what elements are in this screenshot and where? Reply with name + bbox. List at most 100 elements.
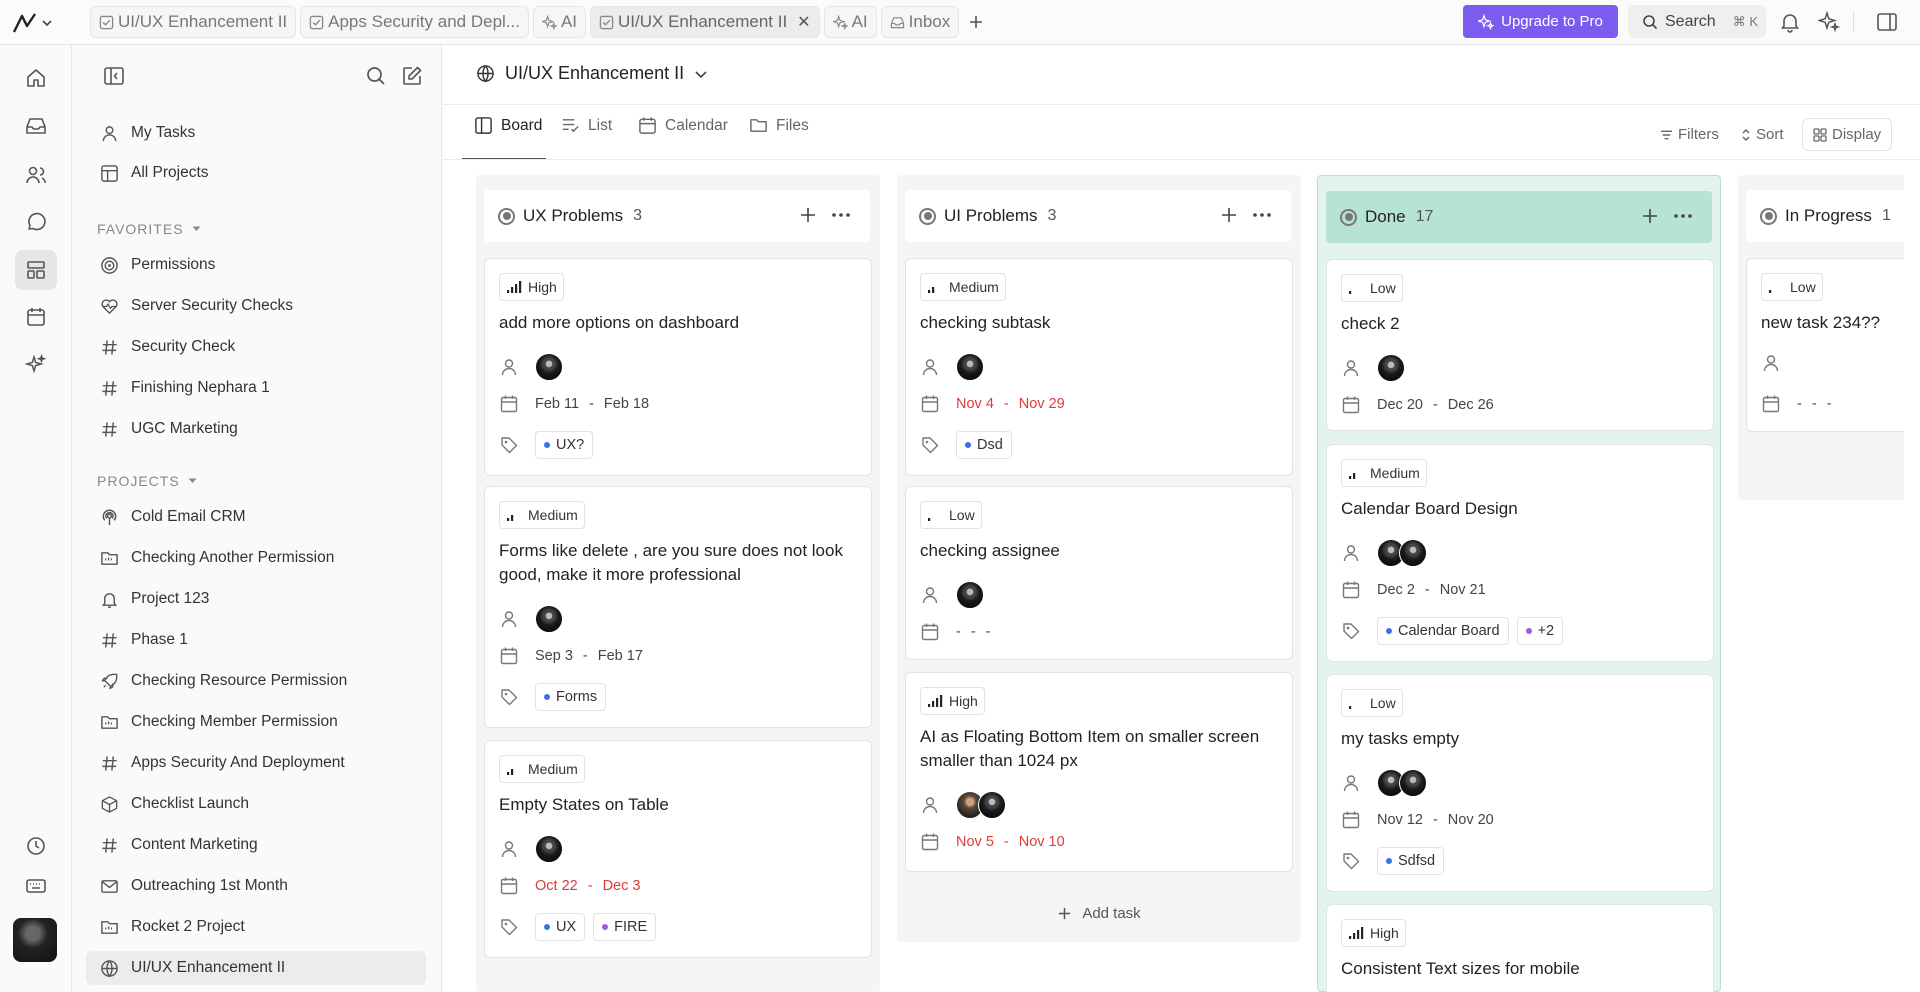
tab-files[interactable]: Files bbox=[749, 107, 809, 144]
assignee-avatar[interactable] bbox=[1399, 769, 1427, 797]
priority-badge[interactable]: Low bbox=[1341, 689, 1403, 717]
sidebar-item-rocket-2-project[interactable]: Rocket 2 Project bbox=[86, 910, 426, 944]
sidebar-item-content-marketing[interactable]: Content Marketing bbox=[86, 828, 426, 862]
upgrade-to-pro-button[interactable]: Upgrade to Pro bbox=[1463, 5, 1618, 38]
label-tag[interactable]: UX? bbox=[535, 431, 594, 459]
priority-badge[interactable]: Low bbox=[1761, 273, 1823, 301]
task-card[interactable]: High AI as Floating Bottom Item on smalle… bbox=[905, 672, 1293, 872]
sort-button[interactable]: Sort bbox=[1741, 118, 1784, 151]
priority-badge[interactable]: Medium bbox=[920, 273, 1006, 301]
home-button[interactable] bbox=[15, 58, 57, 98]
priority-badge[interactable]: High bbox=[1341, 919, 1406, 947]
sidebar-item-phase-1[interactable]: Phase 1 bbox=[86, 623, 426, 657]
ai-button[interactable] bbox=[15, 345, 57, 385]
task-card[interactable]: Medium Forms like delete , are you sure d… bbox=[484, 486, 872, 728]
date-row[interactable]: Nov 12 - Nov 20 bbox=[1341, 810, 1494, 830]
label-tag[interactable]: FIRE bbox=[593, 913, 657, 941]
label-tag[interactable]: Dsd bbox=[956, 431, 1012, 459]
tab-uiux-enhancement-active[interactable]: UI/UX Enhancement II ✕ bbox=[590, 6, 820, 38]
priority-badge[interactable]: Low bbox=[1341, 274, 1403, 302]
filters-button[interactable]: Filters bbox=[1660, 118, 1719, 151]
assignees[interactable] bbox=[535, 605, 563, 633]
date-row[interactable]: - - - bbox=[920, 622, 991, 642]
display-button[interactable]: Display bbox=[1802, 118, 1893, 151]
assignees[interactable] bbox=[535, 353, 563, 381]
workspace-logo-button[interactable] bbox=[12, 11, 62, 35]
sidebar-item-ugc-marketing[interactable]: UGC Marketing bbox=[86, 412, 426, 446]
sidebar-item-permissions[interactable]: Permissions bbox=[86, 248, 426, 282]
bell-icon[interactable] bbox=[1779, 11, 1801, 33]
task-card[interactable]: Medium Empty States on Table Oct 22 - Dec… bbox=[484, 740, 872, 958]
task-card[interactable]: High add more options on dashboard Feb 11… bbox=[484, 258, 872, 476]
priority-badge[interactable]: Medium bbox=[499, 501, 585, 529]
label-tag[interactable]: +2 bbox=[1516, 617, 1564, 645]
tab-ai-2[interactable]: AI bbox=[823, 6, 877, 38]
sidebar-item-my-tasks[interactable]: My Tasks bbox=[86, 116, 426, 150]
label-tag[interactable]: UX bbox=[535, 913, 586, 941]
assignee-avatar[interactable] bbox=[1377, 354, 1405, 382]
members-button[interactable] bbox=[15, 155, 57, 195]
sidebar-item-project-123[interactable]: Project 123 bbox=[86, 582, 426, 616]
close-icon[interactable]: ✕ bbox=[797, 12, 810, 32]
sidebar-item-all-projects[interactable]: All Projects bbox=[86, 156, 426, 190]
user-avatar[interactable] bbox=[13, 918, 57, 962]
tab-board[interactable]: Board bbox=[474, 107, 542, 144]
more-horizontal-icon[interactable] bbox=[830, 205, 852, 225]
add-card-icon[interactable] bbox=[1640, 206, 1660, 226]
assignees[interactable] bbox=[1377, 769, 1427, 797]
sidebar-item-outreaching-1st-month[interactable]: Outreaching 1st Month bbox=[86, 869, 426, 903]
label-tag[interactable]: Forms bbox=[535, 683, 607, 711]
sidebar-item-cold-email-crm[interactable]: Cold Email CRM bbox=[86, 500, 426, 534]
priority-badge[interactable]: High bbox=[920, 687, 985, 715]
date-row[interactable]: Oct 22 - Dec 3 bbox=[499, 876, 640, 896]
tab-uiux-enhancement-1[interactable]: UI/UX Enhancement II bbox=[90, 6, 297, 38]
date-row[interactable]: Dec 2 - Nov 21 bbox=[1341, 580, 1486, 600]
date-row[interactable]: Nov 5 - Nov 10 bbox=[920, 832, 1065, 852]
new-tab-button[interactable] bbox=[963, 8, 989, 36]
tab-ai-1[interactable]: AI bbox=[532, 6, 587, 38]
chat-button[interactable] bbox=[15, 202, 57, 242]
assignees[interactable] bbox=[1377, 539, 1427, 567]
priority-badge[interactable]: Low bbox=[920, 501, 982, 529]
more-horizontal-icon[interactable] bbox=[1251, 205, 1273, 225]
sidebar-item-checking-another-permission[interactable]: Checking Another Permission bbox=[86, 541, 426, 575]
panel-right-icon[interactable] bbox=[1876, 11, 1898, 33]
label-tag[interactable]: Sdfsd bbox=[1377, 847, 1445, 875]
assignees[interactable] bbox=[1377, 354, 1405, 382]
assignee-avatar[interactable] bbox=[1399, 539, 1427, 567]
date-row[interactable]: Feb 11 - Feb 18 bbox=[499, 394, 649, 414]
sidebar-item-apps-security-and-deployment[interactable]: Apps Security And Deployment bbox=[86, 746, 426, 780]
tab-apps-security[interactable]: Apps Security and Depl... bbox=[300, 6, 529, 38]
add-task-button[interactable]: Add task bbox=[905, 893, 1293, 933]
priority-badge[interactable]: Medium bbox=[1341, 459, 1427, 487]
task-card[interactable]: Low new task 234?? - - - bbox=[1746, 258, 1904, 432]
sidebar-item-checklist-launch[interactable]: Checklist Launch bbox=[86, 787, 426, 821]
projects-button[interactable] bbox=[15, 250, 57, 290]
more-horizontal-icon[interactable] bbox=[1672, 206, 1694, 226]
sidebar-item-server-security-checks[interactable]: Server Security Checks bbox=[86, 289, 426, 323]
inbox-button[interactable] bbox=[15, 106, 57, 146]
assignee-avatar[interactable] bbox=[535, 353, 563, 381]
search-icon[interactable] bbox=[364, 64, 388, 88]
sidebar-item-security-check[interactable]: Security Check bbox=[86, 330, 426, 364]
assignee-avatar[interactable] bbox=[956, 581, 984, 609]
add-card-icon[interactable] bbox=[798, 205, 818, 225]
collapse-sidebar-icon[interactable] bbox=[102, 64, 126, 88]
date-row[interactable]: Nov 4 - Nov 29 bbox=[920, 394, 1065, 414]
sparkles-icon[interactable] bbox=[1818, 11, 1840, 33]
sidebar-item-checking-resource-permission[interactable]: Checking Resource Permission bbox=[86, 664, 426, 698]
search-button[interactable]: Search ⌘ K bbox=[1628, 5, 1766, 38]
task-card[interactable]: Low my tasks empty Nov 12 - Nov 20 Sdfsd bbox=[1326, 674, 1714, 892]
task-card[interactable]: Low check 2 Dec 20 - Dec 26 bbox=[1326, 259, 1714, 431]
assignee-avatar[interactable] bbox=[956, 353, 984, 381]
keyboard-shortcuts-button[interactable] bbox=[15, 866, 57, 906]
project-title-dropdown[interactable]: UI/UX Enhancement II bbox=[476, 63, 708, 84]
date-row[interactable]: Sep 3 - Feb 17 bbox=[499, 646, 643, 666]
assignees[interactable] bbox=[956, 353, 984, 381]
assignee-avatar[interactable] bbox=[978, 791, 1006, 819]
favorites-section-toggle[interactable]: FAVORITES bbox=[97, 221, 201, 237]
task-card[interactable]: Medium Calendar Board Design Dec 2 - Nov … bbox=[1326, 444, 1714, 662]
projects-section-toggle[interactable]: PROJECTS bbox=[97, 473, 197, 489]
tab-calendar[interactable]: Calendar bbox=[638, 107, 728, 144]
calendar-button[interactable] bbox=[15, 297, 57, 337]
